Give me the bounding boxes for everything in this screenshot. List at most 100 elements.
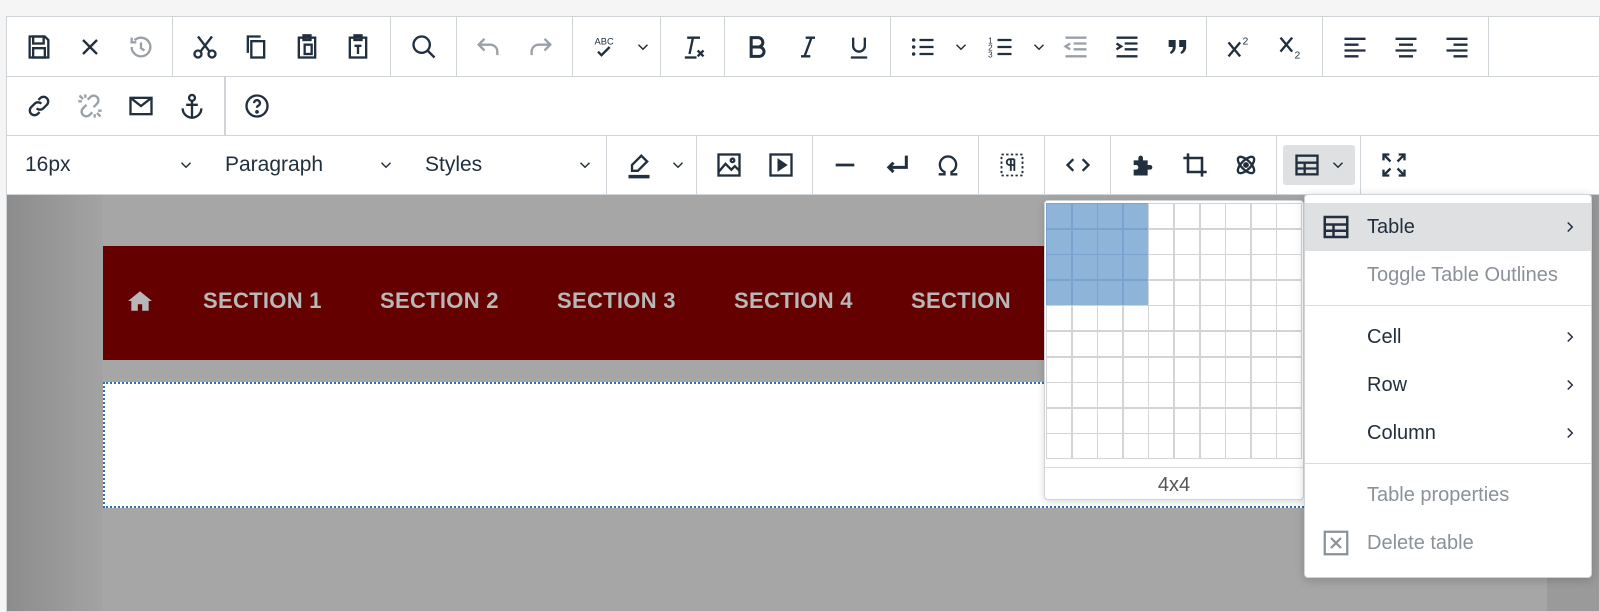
table-grid-cell[interactable] — [1174, 279, 1200, 306]
table-grid-cell[interactable] — [1097, 407, 1124, 434]
table-grid-cell[interactable] — [1199, 382, 1226, 409]
table-grid-cell[interactable] — [1148, 254, 1175, 281]
table-grid-cell[interactable] — [1071, 407, 1098, 434]
table-grid-cell[interactable] — [1199, 228, 1226, 255]
image-icon[interactable] — [709, 145, 749, 185]
table-grid-cell[interactable] — [1122, 228, 1149, 255]
highlight-color-icon[interactable] — [619, 145, 659, 185]
table-grid-cell[interactable] — [1071, 279, 1098, 306]
table-grid-cell[interactable] — [1046, 305, 1072, 332]
table-grid-cell[interactable] — [1148, 279, 1175, 306]
table-grid-cell[interactable] — [1250, 305, 1277, 332]
table-grid-cell[interactable] — [1199, 331, 1226, 357]
table-grid-cell[interactable] — [1046, 279, 1072, 306]
table-grid-cell[interactable] — [1174, 305, 1200, 332]
table-grid-cell[interactable] — [1122, 331, 1149, 357]
table-grid-cell[interactable] — [1250, 407, 1277, 434]
table-grid-cell[interactable] — [1148, 228, 1175, 255]
menu-item-delete-table[interactable]: Delete table — [1305, 519, 1591, 567]
table-grid-cell[interactable] — [1276, 407, 1303, 434]
show-invisible-characters-icon[interactable] — [992, 145, 1032, 185]
restore-history-icon[interactable] — [121, 27, 161, 67]
clear-formatting-icon[interactable] — [673, 27, 713, 67]
menu-item-cell[interactable]: Cell — [1305, 313, 1591, 361]
nav-item-section-5[interactable]: SECTION — [911, 288, 1011, 314]
puzzle-icon[interactable] — [1123, 145, 1163, 185]
table-grid-cell[interactable] — [1225, 254, 1252, 281]
table-grid-cell[interactable] — [1148, 203, 1175, 229]
special-character-icon[interactable] — [928, 145, 968, 185]
table-grid-cell[interactable] — [1276, 305, 1303, 332]
align-left-icon[interactable] — [1335, 27, 1375, 67]
table-grid-cell[interactable] — [1174, 433, 1200, 460]
cut-icon[interactable] — [185, 27, 225, 67]
save-icon[interactable] — [19, 27, 59, 67]
nav-item-section-1[interactable]: SECTION 1 — [203, 288, 322, 314]
link-icon[interactable] — [19, 86, 59, 126]
table-grid-cell[interactable] — [1225, 203, 1252, 229]
source-code-icon[interactable] — [1058, 145, 1098, 185]
email-link-icon[interactable] — [121, 86, 161, 126]
table-grid-cell[interactable] — [1225, 356, 1252, 383]
font-size-select[interactable]: 16px — [7, 136, 207, 194]
table-grid-cell[interactable] — [1097, 433, 1124, 460]
table-grid-cell[interactable] — [1199, 407, 1226, 434]
atom-icon[interactable] — [1226, 145, 1266, 185]
table-grid-cell[interactable] — [1276, 433, 1303, 460]
table-grid-cell[interactable] — [1250, 356, 1277, 383]
table-grid-cell[interactable] — [1097, 305, 1124, 332]
table-grid-cell[interactable] — [1225, 331, 1252, 357]
table-grid-cell[interactable] — [1225, 279, 1252, 306]
align-center-icon[interactable] — [1386, 27, 1426, 67]
table-grid-cell[interactable] — [1199, 254, 1226, 281]
table-grid-cell[interactable] — [1276, 228, 1303, 255]
table-grid-cell[interactable] — [1225, 382, 1252, 409]
block-format-select[interactable]: Paragraph — [207, 136, 407, 194]
table-grid-cell[interactable] — [1199, 305, 1226, 332]
undo-icon[interactable] — [468, 27, 508, 67]
bullet-list-icon[interactable] — [903, 27, 943, 67]
table-grid-cell[interactable] — [1250, 228, 1277, 255]
menu-item-toggle-outlines[interactable]: Toggle Table Outlines — [1305, 251, 1591, 299]
table-grid-cell[interactable] — [1174, 331, 1200, 357]
indent-icon[interactable] — [1107, 27, 1147, 67]
paste-icon[interactable] — [287, 27, 327, 67]
table-grid-cell[interactable] — [1250, 279, 1277, 306]
align-right-icon[interactable] — [1437, 27, 1477, 67]
table-grid-cell[interactable] — [1225, 228, 1252, 255]
styles-select[interactable]: Styles — [407, 136, 607, 194]
table-grid-cell[interactable] — [1250, 331, 1277, 357]
table-grid-cell[interactable] — [1071, 228, 1098, 255]
menu-item-table-properties[interactable]: Table properties — [1305, 471, 1591, 519]
table-grid-cell[interactable] — [1097, 228, 1124, 255]
table-grid-cell[interactable] — [1046, 433, 1072, 460]
redo-icon[interactable] — [521, 27, 561, 67]
menu-item-row[interactable]: Row — [1305, 361, 1591, 409]
chevron-down-icon[interactable] — [634, 38, 652, 56]
table-grid-cell[interactable] — [1276, 331, 1303, 357]
table-grid-cell[interactable] — [1199, 356, 1226, 383]
table-grid-cell[interactable] — [1276, 203, 1303, 229]
table-grid-cell[interactable] — [1199, 279, 1226, 306]
help-icon[interactable] — [237, 86, 277, 126]
anchor-icon[interactable] — [172, 86, 212, 126]
subscript-icon[interactable]: 2 — [1271, 27, 1311, 67]
table-grid-cell[interactable] — [1097, 279, 1124, 306]
table-grid-cell[interactable] — [1225, 407, 1252, 434]
unlink-icon[interactable] — [70, 86, 110, 126]
table-grid-cell[interactable] — [1097, 203, 1124, 229]
table-grid-cell[interactable] — [1148, 433, 1175, 460]
table-grid-cell[interactable] — [1097, 356, 1124, 383]
table-grid-cell[interactable] — [1122, 279, 1149, 306]
home-icon[interactable] — [127, 290, 153, 312]
table-grid-cell[interactable] — [1225, 305, 1252, 332]
fullscreen-icon[interactable] — [1374, 145, 1414, 185]
table-grid-cell[interactable] — [1199, 203, 1226, 229]
table-grid-cell[interactable] — [1276, 254, 1303, 281]
table-grid-cell[interactable] — [1071, 382, 1098, 409]
table-grid-cell[interactable] — [1174, 356, 1200, 383]
table-grid-cell[interactable] — [1071, 331, 1098, 357]
table-grid-cell[interactable] — [1250, 433, 1277, 460]
spellcheck-icon[interactable]: ABC — [585, 27, 625, 67]
table-grid-cell[interactable] — [1122, 433, 1149, 460]
